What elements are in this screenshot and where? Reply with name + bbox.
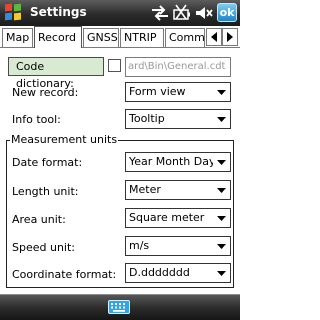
tab-commands[interactable]: Commar [165,28,205,47]
dropdown-arrow-icon[interactable] [213,237,230,255]
tab-gnss[interactable]: GNSS [83,28,119,47]
new-record-label: New record: [12,86,79,99]
coordinate-format-label: Coordinate format: [12,268,117,281]
speed-unit-select[interactable]: m/s [125,236,231,256]
length-unit-label: Length unit: [12,185,79,198]
tab-strip: Map Record GNSS NTRIP Commar [0,26,240,48]
tab-map[interactable]: Map [2,28,33,47]
new-record-select[interactable]: Form view [125,82,231,102]
scroll-left-icon[interactable] [206,28,222,46]
speed-unit-value: m/s [129,239,150,252]
soft-key-bar [0,294,240,320]
date-format-label: Date format: [12,156,83,169]
code-dictionary-button[interactable]: Code dictionary: [8,57,104,90]
connectivity-icon[interactable] [150,4,170,22]
tab-record[interactable]: Record [34,26,82,48]
area-unit-label: Area unit: [12,213,66,226]
speed-unit-label: Speed unit: [12,241,75,254]
volume-muted-icon[interactable] [194,4,214,22]
ok-button[interactable]: ok [217,3,237,22]
tab-ntrip[interactable]: NTRIP [120,28,164,47]
info-tool-value: Tooltip [129,112,165,125]
dropdown-arrow-icon[interactable] [213,209,230,227]
title-bar: Settings ok [0,0,240,26]
area-unit-select[interactable]: Square meter [125,208,231,228]
info-tool-select[interactable]: Tooltip [125,109,231,129]
coordinate-format-value: D.ddddddd [129,266,190,279]
window-title: Settings [30,5,87,19]
dropdown-arrow-icon[interactable] [213,181,230,199]
date-format-select[interactable]: Year Month Day [125,152,231,172]
date-format-value: Year Month Day [129,155,216,168]
windows-logo-icon[interactable] [5,3,22,21]
code-dictionary-checkbox[interactable] [108,59,121,72]
info-tool-label: Info tool: [12,113,61,126]
code-dictionary-path-field[interactable]: ard\Bin\General.cdt [125,57,231,77]
keyboard-icon[interactable] [108,300,130,314]
area-unit-value: Square meter [129,211,205,224]
scroll-right-icon[interactable] [222,28,238,46]
dropdown-arrow-icon[interactable] [213,264,230,282]
dropdown-arrow-icon[interactable] [213,153,230,171]
battery-charging-icon[interactable] [172,4,192,22]
new-record-value: Form view [129,85,186,98]
dropdown-arrow-icon[interactable] [213,110,230,128]
length-unit-value: Meter [129,183,161,196]
measurement-units-title: Measurement units [10,133,119,146]
dropdown-arrow-icon[interactable] [213,83,230,101]
length-unit-select[interactable]: Meter [125,180,231,200]
coordinate-format-select[interactable]: D.ddddddd [125,263,231,283]
